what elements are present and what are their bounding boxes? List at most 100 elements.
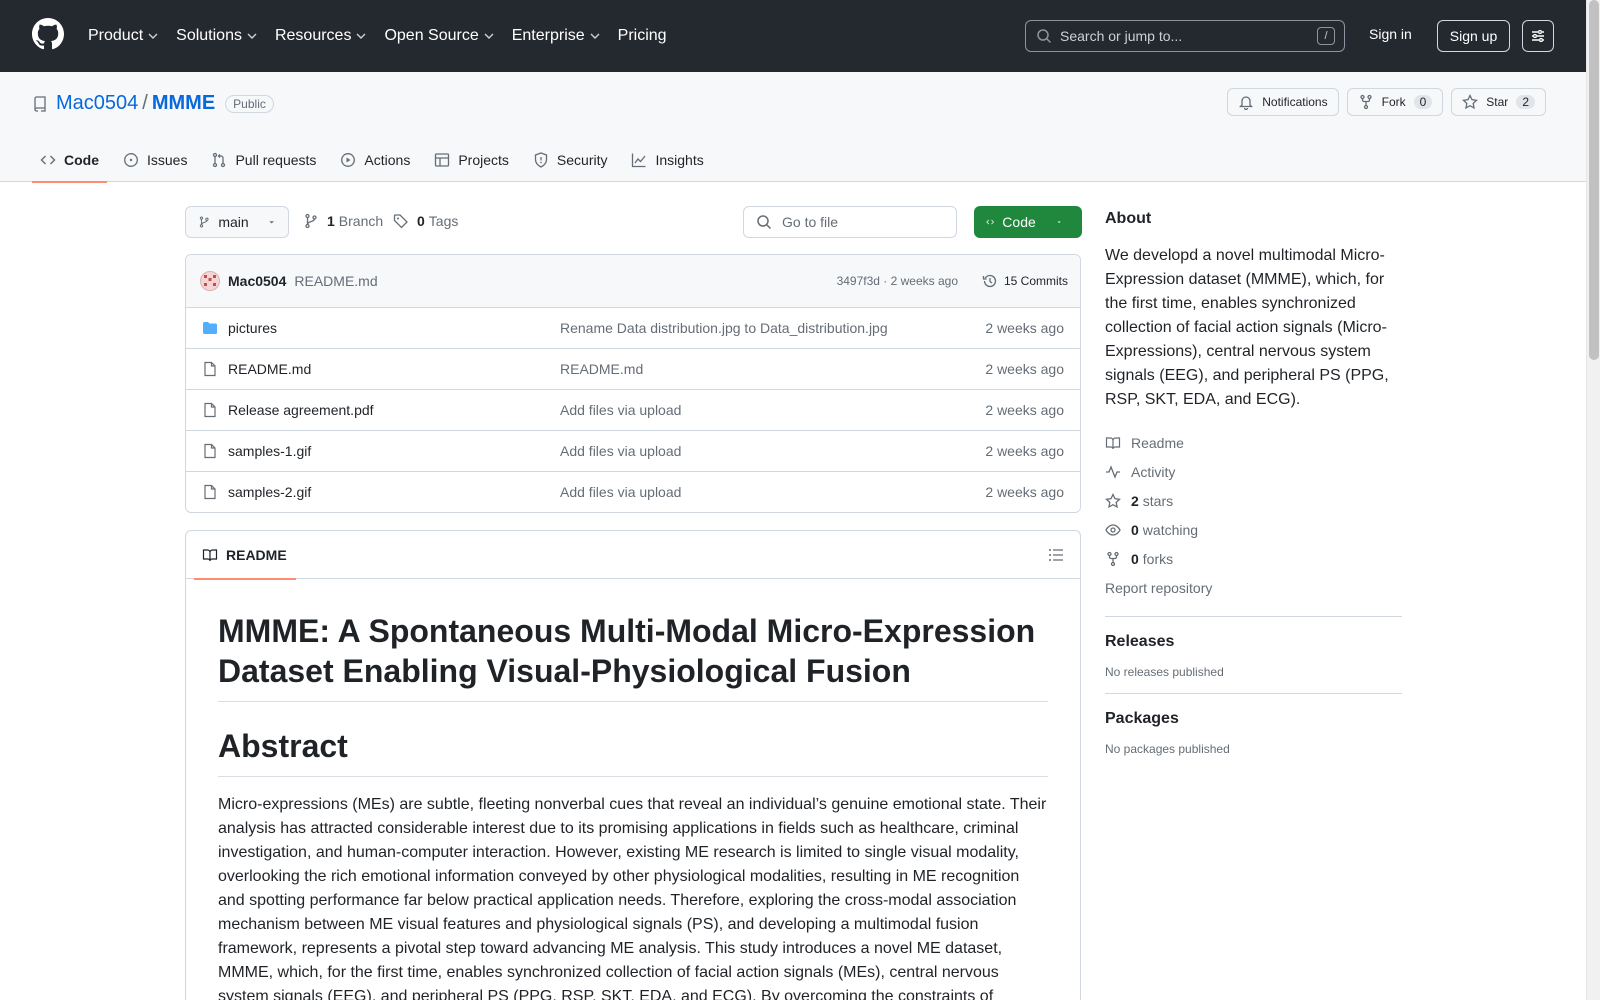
file-name-link[interactable]: samples-1.gif: [228, 443, 311, 459]
tab-projects[interactable]: Projects: [426, 138, 517, 182]
tab-insights[interactable]: Insights: [623, 138, 711, 182]
sign-up-button[interactable]: Sign up: [1437, 20, 1510, 52]
commit-author-link[interactable]: Mac0504: [228, 273, 286, 289]
file-navigation: main 1 Branch 0 Tags Go to file Code: [185, 206, 1082, 238]
file-name-link[interactable]: Release agreement.pdf: [228, 402, 374, 418]
repo-name-link[interactable]: MMME: [152, 92, 215, 115]
sign-in-link[interactable]: Sign in: [1369, 26, 1412, 42]
file-commit-message-link[interactable]: Add files via upload: [560, 443, 681, 459]
nav-solutions[interactable]: Solutions: [176, 27, 258, 45]
commit-message-link[interactable]: README.md: [294, 273, 377, 289]
bell-icon: [1239, 96, 1254, 110]
global-search-input[interactable]: Search or jump to... /: [1025, 20, 1345, 52]
latest-commit: Mac0504 README.md 3497f3d · 2 weeks ago …: [186, 255, 1080, 308]
star-icon: [1462, 94, 1479, 110]
stars-link[interactable]: 2 stars: [1105, 486, 1402, 515]
code-icon: [986, 219, 995, 225]
go-to-file-placeholder: Go to file: [782, 214, 839, 230]
branches-count: 1: [327, 213, 335, 229]
file-name-link[interactable]: samples-2.gif: [228, 484, 311, 500]
stars-count: 2: [1131, 492, 1139, 509]
readme-content: MMME: A Spontaneous Multi-Modal Micro-Ex…: [186, 579, 1080, 1000]
code-dropdown-button[interactable]: Code: [974, 206, 1082, 238]
report-repository-link[interactable]: Report repository: [1105, 573, 1402, 602]
packages-heading[interactable]: Packages: [1105, 710, 1402, 728]
page-scrollbar[interactable]: [1586, 0, 1600, 1000]
file-commit-message-link[interactable]: Add files via upload: [560, 484, 681, 500]
list-unordered-icon[interactable]: [1048, 547, 1064, 563]
fork-count: 0: [1413, 95, 1433, 109]
file-name-link[interactable]: pictures: [228, 320, 277, 336]
nav-enterprise[interactable]: Enterprise: [512, 27, 601, 45]
github-logo-icon[interactable]: [32, 18, 64, 50]
file-name-link[interactable]: README.md: [228, 361, 311, 377]
tags-link[interactable]: 0 Tags: [393, 213, 458, 229]
star-button[interactable]: Star 2: [1451, 88, 1546, 116]
nav-label: Resources: [274, 27, 352, 44]
watchers-link[interactable]: 0 watching: [1105, 515, 1402, 544]
visibility-badge: Public: [225, 94, 274, 113]
file-listing: Mac0504 README.md 3497f3d · 2 weeks ago …: [185, 254, 1081, 513]
branch-selector-button[interactable]: main: [185, 206, 289, 238]
readme-tab[interactable]: README: [194, 531, 296, 580]
readme-header: README: [186, 531, 1080, 580]
tab-label: Code: [64, 152, 99, 168]
nav-open-source[interactable]: Open Source: [384, 27, 494, 45]
file-commit-message-link[interactable]: Rename Data distribution.jpg to Data_dis…: [560, 320, 888, 336]
file-commit-message-link[interactable]: Add files via upload: [560, 402, 681, 418]
forks-count: 0: [1131, 550, 1139, 567]
readme-tab-label: README: [226, 547, 287, 563]
activity-link-label: Activity: [1131, 463, 1176, 480]
appearance-settings-button[interactable]: [1522, 20, 1554, 52]
chevron-down-icon: [247, 33, 257, 39]
file-row[interactable]: samples-2.gif Add files via upload 2 wee…: [186, 472, 1080, 512]
book-icon: [202, 549, 218, 562]
folder-icon: [203, 322, 217, 334]
notifications-button[interactable]: Notifications: [1227, 88, 1339, 116]
releases-heading[interactable]: Releases: [1105, 633, 1402, 651]
file-commit-date: 2 weeks ago: [985, 402, 1064, 418]
nav-pricing[interactable]: Pricing: [618, 27, 667, 45]
commits-count: 15 Commits: [1003, 274, 1068, 288]
fork-button[interactable]: Fork 0: [1346, 88, 1444, 116]
file-commit-message-link[interactable]: README.md: [560, 361, 643, 377]
repo-icon: [34, 95, 46, 112]
file-row[interactable]: samples-1.gif Add files via upload 2 wee…: [186, 431, 1080, 472]
repo-header: Mac0504 / MMME Public Notifications Fork…: [0, 72, 1586, 183]
fork-icon: [1107, 551, 1119, 566]
search-icon: [1037, 29, 1052, 44]
tab-pull-requests[interactable]: Pull requests: [203, 138, 324, 182]
branches-link[interactable]: 1 Branch: [303, 213, 383, 229]
tab-issues[interactable]: Issues: [115, 138, 195, 182]
code-button-label: Code: [1002, 214, 1036, 230]
git-branch-icon: [199, 216, 209, 228]
readme-link[interactable]: Readme: [1105, 428, 1402, 457]
file-commit-date: 2 weeks ago: [985, 320, 1064, 336]
commit-hash-time[interactable]: 3497f3d · 2 weeks ago: [837, 274, 958, 288]
tab-security[interactable]: Security: [525, 138, 616, 182]
star-icon: [1105, 492, 1121, 508]
sidebar-divider: [1105, 693, 1402, 694]
tag-icon: [393, 214, 408, 229]
file-row[interactable]: Release agreement.pdf Add files via uplo…: [186, 390, 1080, 431]
activity-link[interactable]: Activity: [1105, 457, 1402, 486]
notifications-label: Notifications: [1262, 95, 1328, 109]
file-icon: [204, 443, 216, 459]
tab-code[interactable]: Code: [32, 138, 107, 183]
repo-owner-link[interactable]: Mac0504: [56, 92, 138, 115]
commits-history-link[interactable]: 15 Commits: [982, 273, 1068, 289]
nav-product[interactable]: Product: [88, 27, 159, 45]
forks-link[interactable]: 0 forks: [1105, 544, 1402, 573]
file-commit-date: 2 weeks ago: [985, 443, 1064, 459]
go-to-file-input[interactable]: Go to file: [743, 206, 957, 238]
avatar[interactable]: [200, 271, 220, 291]
file-row[interactable]: README.md README.md 2 weeks ago: [186, 349, 1080, 390]
scrollbar-thumb[interactable]: [1589, 0, 1599, 360]
nav-resources[interactable]: Resources: [275, 27, 367, 45]
nav-label: Product: [88, 27, 144, 44]
shield-icon: [534, 152, 548, 168]
file-row[interactable]: pictures Rename Data distribution.jpg to…: [186, 308, 1080, 349]
tab-actions[interactable]: Actions: [332, 138, 418, 182]
code-icon: [40, 155, 56, 165]
git-pull-request-icon: [213, 152, 226, 168]
